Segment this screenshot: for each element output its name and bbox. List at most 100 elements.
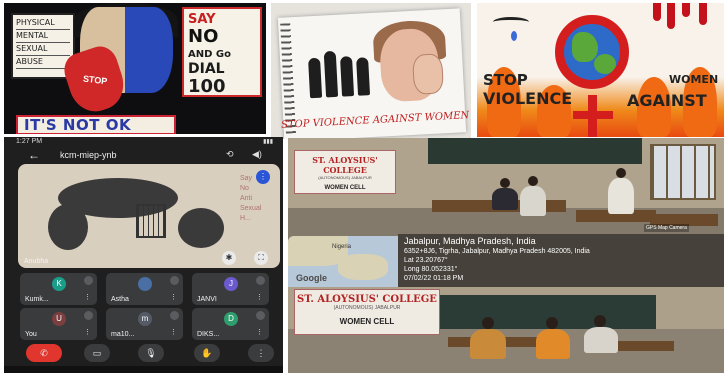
presentation-view: Say No Anti Sexual H... ⋮ Anubha ✱ ⛶ xyxy=(18,164,280,268)
slide-side-word: Sexual xyxy=(240,205,262,212)
presenter-name: Anubha xyxy=(24,258,49,265)
fullscreen-icon[interactable]: ⛶ xyxy=(254,251,268,265)
blackboard xyxy=(428,138,642,164)
participant-name: You xyxy=(25,331,37,338)
banner-women-cell: WOMEN CELL xyxy=(324,185,366,191)
abuse-label: MENTAL xyxy=(16,30,70,43)
camera-off-button[interactable]: ▭ xyxy=(84,344,110,362)
blood-drip xyxy=(667,3,675,29)
person-seated xyxy=(584,327,618,353)
participant-tile[interactable]: U You ⋮ xyxy=(20,308,97,340)
women-cell-banner: ST. ALOYSIUS' COLLEGE (AUTONOMOUS) JABAL… xyxy=(294,289,440,335)
tear-drawing xyxy=(511,31,517,41)
venus-symbol-globe xyxy=(555,15,629,89)
mic-off-button[interactable]: 🎙 xyxy=(138,344,164,362)
silhouette-figure xyxy=(323,50,339,98)
gps-datetime: 07/02/22 01:18 PM xyxy=(404,275,464,282)
participant-tile[interactable]: Astha ⋮ xyxy=(106,273,183,305)
abuse-label: PHYSICAL xyxy=(16,17,70,30)
women-text: WOMEN xyxy=(669,73,719,86)
participant-name: Kumk... xyxy=(25,296,49,303)
no-text: NO xyxy=(188,26,219,47)
classroom-photo: ST. ALOYSIUS' COLLEGE (AUTONOMOUS) JABAL… xyxy=(288,287,724,373)
banner-subtitle: (AUTONOMOUS) JABALPUR xyxy=(318,175,372,180)
banner-college: ST. ALOYSIUS' COLLEGE xyxy=(312,155,378,175)
gps-overlay: Jabalpur, Madhya Pradesh, India 6352+8J6… xyxy=(398,234,724,287)
gps-latitude: Lat 23.20767° xyxy=(404,257,448,264)
say-text: SAY xyxy=(188,12,216,27)
woman-hand-drawing xyxy=(412,53,445,95)
gps-address: 6352+8J6, Tigrha, Jabalpur, Madhya Prade… xyxy=(404,248,590,255)
crying-eye-drawing xyxy=(493,17,529,27)
speaker-icon[interactable]: ◀) xyxy=(252,149,262,160)
women-cell-banner: ST. ALOYSIUS' COLLEGE (AUTONOMOUS) JABAL… xyxy=(294,150,396,194)
globe-land xyxy=(572,32,598,62)
participant-tile[interactable]: J JANVI ⋮ xyxy=(192,273,269,305)
more-options-icon[interactable]: ⋮ xyxy=(256,170,270,184)
raise-hand-button[interactable]: ✋ xyxy=(194,344,220,362)
more-icon[interactable]: ⋮ xyxy=(84,293,91,301)
person-standing xyxy=(608,178,634,214)
classroom-photo-gps: ST. ALOYSIUS' COLLEGE (AUTONOMOUS) JABAL… xyxy=(288,138,724,287)
person-seated xyxy=(536,329,570,359)
avatar: m xyxy=(138,312,152,326)
end-call-button[interactable]: ✆ xyxy=(26,344,62,362)
venus-symbol-bar xyxy=(573,111,613,119)
more-icon[interactable]: ⋮ xyxy=(170,328,177,336)
avatar: D xyxy=(224,312,238,326)
mic-off-icon xyxy=(256,311,265,320)
against-text: AGAINST xyxy=(627,91,707,110)
participant-tile[interactable]: m ma10... ⋮ xyxy=(106,308,183,340)
poster-stop-violence: STOP VIOLENCE WOMEN AGAINST xyxy=(477,3,724,137)
person-seated xyxy=(520,186,546,216)
participant-name: JANVI xyxy=(197,296,217,303)
abuse-label: SEXUAL xyxy=(16,43,70,56)
more-icon[interactable]: ⋮ xyxy=(256,293,263,301)
participant-tile[interactable]: K Kumk... ⋮ xyxy=(20,273,97,305)
gps-longitude: Long 80.052331° xyxy=(404,266,458,273)
more-icon[interactable]: ⋮ xyxy=(170,293,177,301)
gps-location-title: Jabalpur, Madhya Pradesh, India xyxy=(404,236,536,246)
mic-off-icon xyxy=(84,311,93,320)
android-nav-bar xyxy=(4,366,283,373)
meeting-header: ← kcm-miep-ynb ⟲ ◀) xyxy=(4,147,283,163)
blood-drip xyxy=(699,3,707,25)
gps-camera-badge: GPS Map Camera xyxy=(644,224,689,232)
mic-off-icon xyxy=(256,276,265,285)
person-head xyxy=(616,168,626,178)
avatar: K xyxy=(52,277,66,291)
avatar xyxy=(138,277,152,291)
person-head xyxy=(482,317,494,329)
drawing-shape xyxy=(48,204,88,250)
pin-icon[interactable]: ✱ xyxy=(222,251,236,265)
more-icon[interactable]: ⋮ xyxy=(84,328,91,336)
participant-name: Astha xyxy=(111,296,129,303)
person-head xyxy=(500,178,510,188)
say-no-card: SAY NO AND Go DIAL 100 xyxy=(182,7,262,97)
hand-text: STOP xyxy=(82,73,108,87)
globe-land xyxy=(594,54,616,74)
person-seated xyxy=(492,188,518,210)
back-arrow-icon[interactable]: ← xyxy=(28,148,40,162)
helpline-number: 100 xyxy=(188,76,226,97)
blood-drip xyxy=(653,3,661,21)
participant-tile[interactable]: D DIKS... ⋮ xyxy=(192,308,269,340)
participant-name: DIKS... xyxy=(197,331,220,338)
meeting-code[interactable]: kcm-miep-ynb xyxy=(60,150,117,160)
avatar: J xyxy=(224,277,238,291)
map-label: Nigeria xyxy=(332,244,352,250)
avatar: U xyxy=(52,312,66,326)
silhouette-figure xyxy=(356,57,371,96)
more-icon[interactable]: ⋮ xyxy=(256,328,263,336)
person-seated xyxy=(470,329,506,359)
poster-its-not-ok: PHYSICAL MENTAL SEXUAL ABUSE STOP SAY NO… xyxy=(4,3,266,134)
mic-off-icon xyxy=(84,276,93,285)
switch-camera-icon[interactable]: ⟲ xyxy=(226,149,234,160)
face-right-drawing xyxy=(125,7,173,93)
cage-drawing xyxy=(136,204,166,238)
location-map: Nigeria Google xyxy=(288,236,398,287)
person-head xyxy=(528,176,538,186)
drawing-shape xyxy=(178,208,224,248)
banner-college: ST. ALOYSIUS' COLLEGE xyxy=(297,294,437,305)
more-options-button[interactable]: ⋮ xyxy=(248,344,274,362)
